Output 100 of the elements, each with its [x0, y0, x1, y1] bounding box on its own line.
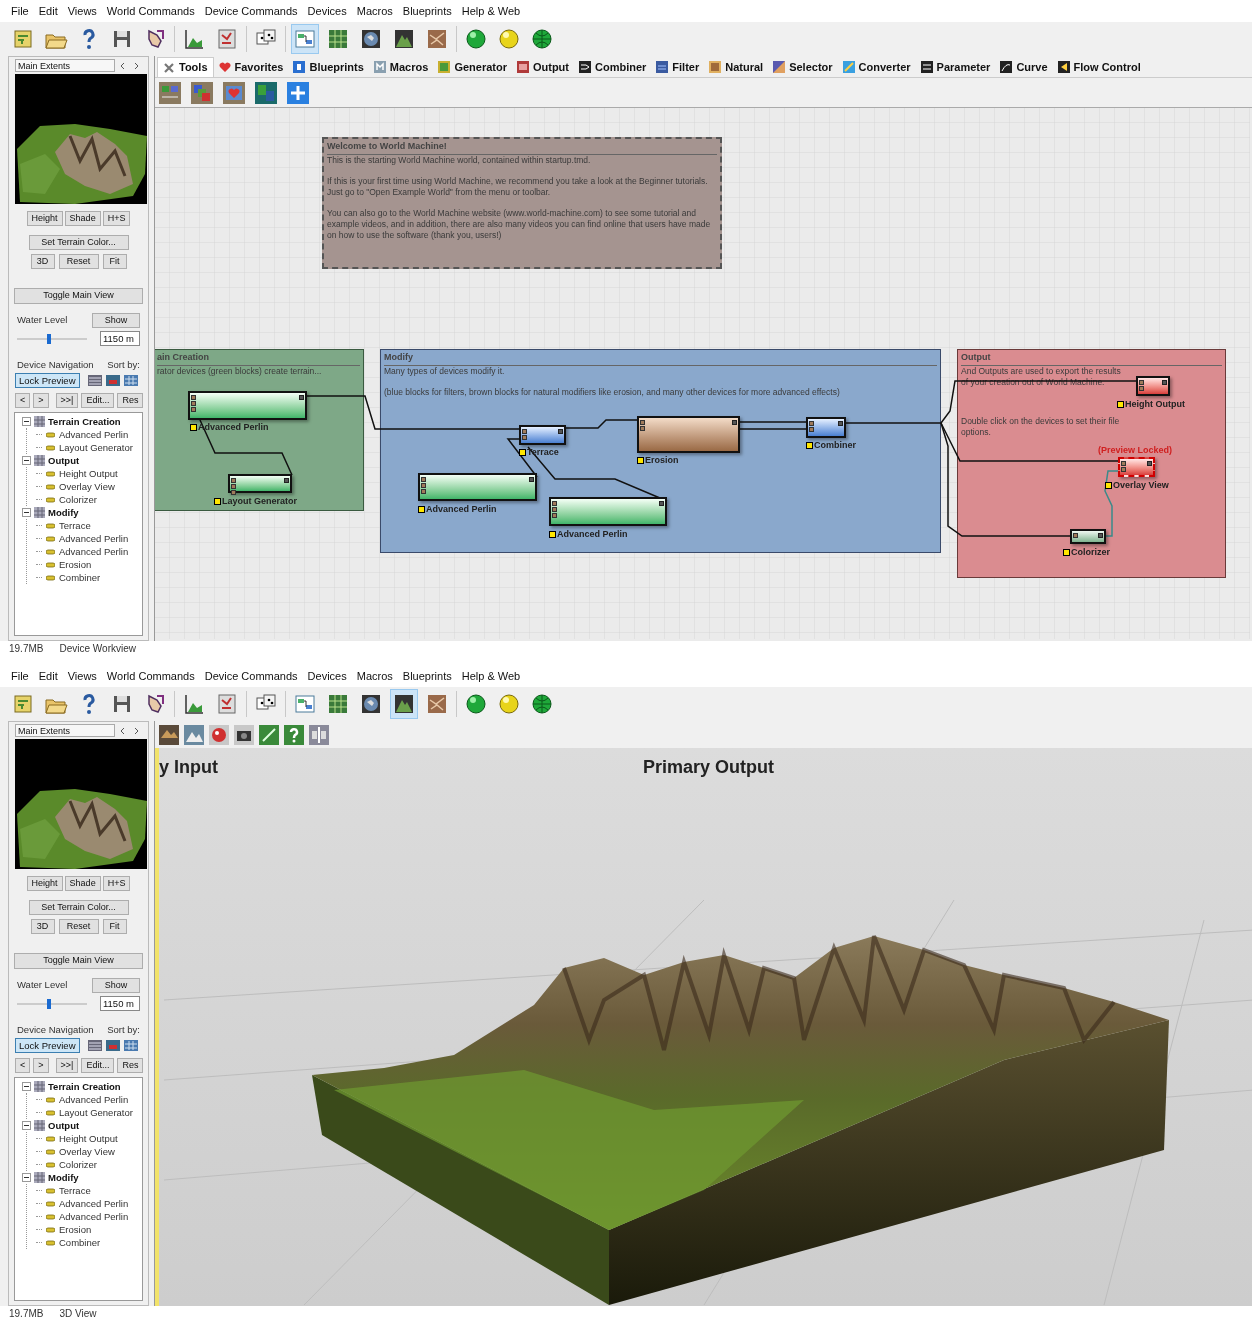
view-mode-button[interactable]: Shade: [64, 211, 101, 226]
picture-icon[interactable]: [105, 375, 120, 387]
collapse-icon[interactable]: [22, 417, 31, 427]
tab[interactable]: Favorites: [213, 57, 289, 77]
tree-item[interactable]: Modify: [48, 505, 79, 520]
tree-item[interactable]: Layout Generator: [59, 440, 133, 455]
navigation-button[interactable]: >>|: [55, 393, 79, 409]
tab[interactable]: Curve: [995, 57, 1053, 77]
view-mode-button[interactable]: Shade: [64, 876, 101, 891]
collapse-icon[interactable]: [22, 1082, 31, 1092]
menu-item[interactable]: Macros: [351, 667, 398, 685]
slider-thumb[interactable]: [46, 333, 51, 344]
menu-item[interactable]: Edit: [33, 667, 63, 685]
navigation-button[interactable]: >: [33, 393, 49, 409]
picture-icon[interactable]: [105, 1040, 120, 1052]
navigation-button[interactable]: <: [15, 393, 31, 409]
slider-thumb[interactable]: [46, 998, 51, 1009]
navigation-button[interactable]: Edit...: [81, 393, 115, 409]
navigation-button[interactable]: <: [15, 1058, 31, 1074]
tool-button[interactable]: [254, 80, 278, 105]
tree-item[interactable]: Modify: [48, 1170, 79, 1185]
view-button[interactable]: Reset: [58, 919, 99, 934]
tool-button[interactable]: [233, 723, 255, 746]
device-node[interactable]: [1070, 529, 1106, 544]
tab[interactable]: Flow Control: [1052, 57, 1146, 77]
menu-item[interactable]: Devices: [302, 2, 352, 20]
tree-item[interactable]: Output: [48, 1118, 80, 1133]
device-node[interactable]: [806, 417, 846, 438]
view-mode-button[interactable]: H+S: [102, 211, 131, 226]
toolbar-button[interactable]: [390, 689, 418, 719]
tab[interactable]: Filter: [651, 57, 705, 77]
menu-item[interactable]: Views: [62, 667, 102, 685]
device-node[interactable]: [519, 425, 566, 445]
menu-item[interactable]: Devices: [302, 667, 352, 685]
tree-item[interactable]: Colorizer: [59, 1157, 97, 1172]
show-button[interactable]: Show: [92, 313, 140, 328]
tab[interactable]: Natural: [704, 57, 769, 77]
view-mode-button[interactable]: Height: [26, 211, 63, 226]
tool-button[interactable]: [158, 723, 180, 746]
extents-dropdown[interactable]: Main Extents: [15, 724, 115, 737]
device-node[interactable]: [1136, 376, 1170, 396]
menu-item[interactable]: File: [6, 2, 34, 20]
device-node[interactable]: [188, 391, 307, 420]
tab[interactable]: Parameter: [915, 57, 996, 77]
tab[interactable]: Tools: [157, 57, 214, 77]
tab[interactable]: Selector: [768, 57, 838, 77]
tool-button[interactable]: [190, 80, 214, 105]
tree-item[interactable]: Advanced Perlin: [59, 427, 129, 442]
device-node[interactable]: [418, 473, 537, 501]
navigation-button[interactable]: Res: [117, 1058, 144, 1074]
device-node[interactable]: [637, 416, 740, 453]
view-mode-button[interactable]: Height: [26, 876, 63, 891]
view-mode-button[interactable]: H+S: [102, 876, 131, 891]
tree-item[interactable]: Combiner: [59, 1235, 101, 1250]
lock-preview-button[interactable]: Lock Preview: [15, 373, 80, 389]
tab[interactable]: Generator: [433, 57, 512, 77]
collapse-icon[interactable]: [22, 456, 31, 466]
tree-item[interactable]: Terrace: [59, 518, 91, 533]
view-button[interactable]: Fit: [102, 254, 127, 269]
show-button[interactable]: Show: [92, 978, 140, 993]
navigation-button[interactable]: Edit...: [81, 1058, 115, 1074]
menu-item[interactable]: World Commands: [101, 667, 200, 685]
water-level-field[interactable]: 1150 m: [100, 331, 140, 346]
tree-item[interactable]: Height Output: [59, 1131, 118, 1146]
tab[interactable]: Output: [511, 57, 574, 77]
menu-item[interactable]: World Commands: [101, 2, 200, 20]
tree-item[interactable]: Overlay View: [59, 479, 115, 494]
list-icon[interactable]: [87, 1040, 102, 1052]
extents-dropdown[interactable]: Main Extents: [15, 59, 115, 72]
tree-item[interactable]: Terrain Creation: [48, 414, 121, 429]
tree-item[interactable]: Terrace: [59, 1183, 91, 1198]
grid-icon[interactable]: [123, 1040, 138, 1052]
water-level-slider[interactable]: [17, 333, 87, 344]
grid-icon[interactable]: [123, 375, 138, 387]
tree-item[interactable]: Overlay View: [59, 1144, 115, 1159]
view-button[interactable]: 3D: [30, 919, 55, 934]
view-button[interactable]: 3D: [30, 254, 55, 269]
view-button[interactable]: Fit: [102, 919, 127, 934]
toggle-main-view-button[interactable]: Toggle Main View: [14, 287, 143, 304]
menu-item[interactable]: Blueprints: [397, 667, 457, 685]
list-icon[interactable]: [87, 375, 102, 387]
menu-item[interactable]: Device Commands: [199, 2, 303, 20]
tree-item[interactable]: Layout Generator: [59, 1105, 133, 1120]
navigation-button[interactable]: Res: [117, 393, 144, 409]
set-terrain-color-button[interactable]: Set Terrain Color...: [28, 900, 129, 915]
collapse-icon[interactable]: [22, 1173, 31, 1183]
collapse-icon[interactable]: [22, 508, 31, 518]
menu-item[interactable]: Edit: [33, 2, 63, 20]
menu-item[interactable]: Device Commands: [199, 667, 303, 685]
menu-item[interactable]: Help & Web: [456, 2, 526, 20]
menu-item[interactable]: Blueprints: [397, 2, 457, 20]
tree-item[interactable]: Advanced Perlin: [59, 1209, 129, 1224]
navigation-button[interactable]: >: [33, 1058, 49, 1074]
tab[interactable]: Macros: [368, 57, 434, 77]
tree-item[interactable]: Terrain Creation: [48, 1079, 121, 1094]
lock-preview-button[interactable]: Lock Preview: [15, 1038, 80, 1054]
device-node[interactable]: [228, 474, 292, 493]
menu-item[interactable]: File: [6, 667, 34, 685]
device-workview-canvas[interactable]: [155, 107, 1252, 641]
tab[interactable]: Converter: [837, 57, 916, 77]
